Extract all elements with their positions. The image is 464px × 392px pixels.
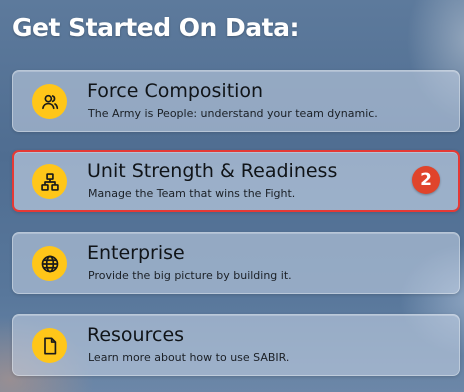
card-title: Unit Strength & Readiness bbox=[87, 160, 338, 182]
card-title: Force Composition bbox=[87, 80, 264, 102]
unit-strength-readiness-card[interactable]: Unit Strength & Readiness Manage the Tea… bbox=[12, 150, 460, 212]
card-description: Manage the Team that wins the Fight. bbox=[88, 187, 296, 200]
people-icon bbox=[32, 84, 67, 119]
step-number-badge: 2 bbox=[412, 166, 440, 194]
card-description: The Army is People: understand your team… bbox=[88, 107, 378, 120]
get-started-panel: Get Started On Data: Force Composition T… bbox=[0, 0, 464, 392]
force-composition-card[interactable]: Force Composition The Army is People: un… bbox=[12, 70, 460, 132]
resources-card[interactable]: Resources Learn more about how to use SA… bbox=[12, 314, 460, 376]
globe-icon bbox=[32, 246, 67, 281]
card-description: Provide the big picture by building it. bbox=[88, 269, 292, 282]
card-description: Learn more about how to use SABIR. bbox=[88, 351, 290, 364]
card-title: Resources bbox=[87, 324, 185, 346]
org-chart-icon bbox=[32, 164, 67, 199]
enterprise-card[interactable]: Enterprise Provide the big picture by bu… bbox=[12, 232, 460, 294]
panel-title: Get Started On Data: bbox=[12, 13, 300, 42]
document-icon bbox=[32, 328, 67, 363]
card-title: Enterprise bbox=[87, 242, 185, 264]
